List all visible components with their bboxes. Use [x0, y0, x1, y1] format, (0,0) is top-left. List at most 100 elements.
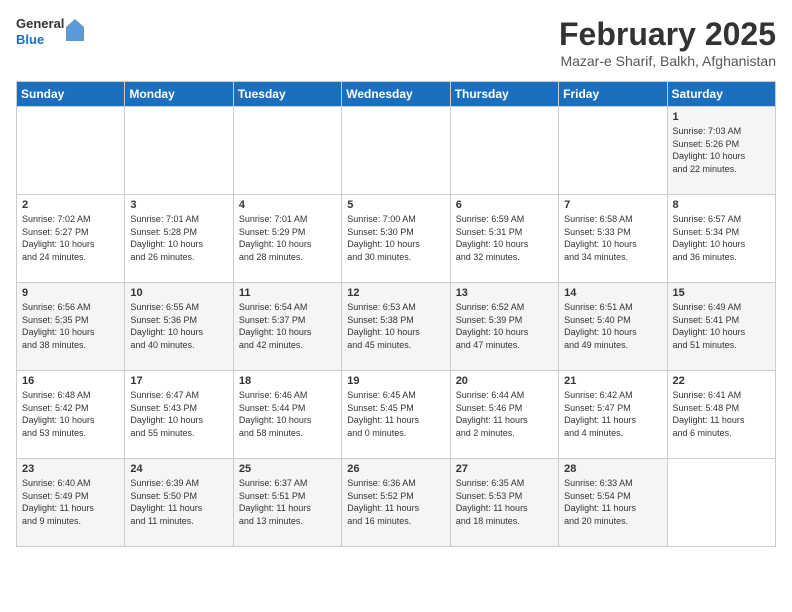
day-number: 20 — [456, 375, 553, 387]
day-of-week-header: Tuesday — [233, 82, 341, 107]
calendar-day-cell — [17, 107, 125, 195]
day-info: Sunrise: 6:40 AM Sunset: 5:49 PM Dayligh… — [22, 477, 119, 527]
day-number: 5 — [347, 199, 444, 211]
day-number: 3 — [130, 199, 227, 211]
day-info: Sunrise: 7:01 AM Sunset: 5:29 PM Dayligh… — [239, 213, 336, 263]
calendar-day-cell: 5 Sunrise: 7:00 AM Sunset: 5:30 PM Daylig… — [342, 195, 450, 283]
calendar-day-cell: 23Sunrise: 6:40 AM Sunset: 5:49 PM Dayli… — [17, 459, 125, 547]
calendar-day-cell: 17Sunrise: 6:47 AM Sunset: 5:43 PM Dayli… — [125, 371, 233, 459]
day-number: 10 — [130, 287, 227, 299]
day-number: 16 — [22, 375, 119, 387]
calendar-day-cell — [342, 107, 450, 195]
day-info: Sunrise: 6:54 AM Sunset: 5:37 PM Dayligh… — [239, 301, 336, 351]
calendar-day-cell: 4 Sunrise: 7:01 AM Sunset: 5:29 PM Daylig… — [233, 195, 341, 283]
day-number: 13 — [456, 287, 553, 299]
day-number: 4 — [239, 199, 336, 211]
day-info: Sunrise: 6:56 AM Sunset: 5:35 PM Dayligh… — [22, 301, 119, 351]
day-number: 17 — [130, 375, 227, 387]
calendar-day-cell: 12 Sunrise: 6:53 AM Sunset: 5:38 PM Dayli… — [342, 283, 450, 371]
calendar-week-row: 16Sunrise: 6:48 AM Sunset: 5:42 PM Dayli… — [17, 371, 776, 459]
day-number: 6 — [456, 199, 553, 211]
day-of-week-header: Saturday — [667, 82, 775, 107]
calendar-week-row: 23Sunrise: 6:40 AM Sunset: 5:49 PM Dayli… — [17, 459, 776, 547]
day-number: 18 — [239, 375, 336, 387]
day-info: Sunrise: 6:41 AM Sunset: 5:48 PM Dayligh… — [673, 389, 770, 439]
day-of-week-header: Monday — [125, 82, 233, 107]
logo: General Blue — [16, 16, 84, 47]
calendar-week-row: 2 Sunrise: 7:02 AM Sunset: 5:27 PM Daylig… — [17, 195, 776, 283]
day-info: Sunrise: 6:59 AM Sunset: 5:31 PM Dayligh… — [456, 213, 553, 263]
calendar-header-row: SundayMondayTuesdayWednesdayThursdayFrid… — [17, 82, 776, 107]
page-header: General Blue February 2025 Mazar-e Shari… — [16, 16, 776, 69]
day-number: 7 — [564, 199, 661, 211]
day-number: 1 — [673, 111, 770, 123]
calendar-day-cell: 2 Sunrise: 7:02 AM Sunset: 5:27 PM Daylig… — [17, 195, 125, 283]
day-info: Sunrise: 6:42 AM Sunset: 5:47 PM Dayligh… — [564, 389, 661, 439]
day-info: Sunrise: 6:37 AM Sunset: 5:51 PM Dayligh… — [239, 477, 336, 527]
calendar-day-cell: 14Sunrise: 6:51 AM Sunset: 5:40 PM Dayli… — [559, 283, 667, 371]
calendar-day-cell: 16Sunrise: 6:48 AM Sunset: 5:42 PM Dayli… — [17, 371, 125, 459]
day-number: 15 — [673, 287, 770, 299]
logo-blue: Blue — [16, 32, 64, 48]
day-number: 12 — [347, 287, 444, 299]
calendar-day-cell: 22 Sunrise: 6:41 AM Sunset: 5:48 PM Dayli… — [667, 371, 775, 459]
day-number: 8 — [673, 199, 770, 211]
calendar-day-cell: 13 Sunrise: 6:52 AM Sunset: 5:39 PM Dayli… — [450, 283, 558, 371]
day-info: Sunrise: 6:55 AM Sunset: 5:36 PM Dayligh… — [130, 301, 227, 351]
day-number: 2 — [22, 199, 119, 211]
calendar-day-cell: 1Sunrise: 7:03 AM Sunset: 5:26 PM Daylig… — [667, 107, 775, 195]
day-of-week-header: Friday — [559, 82, 667, 107]
calendar-day-cell: 21 Sunrise: 6:42 AM Sunset: 5:47 PM Dayli… — [559, 371, 667, 459]
calendar-day-cell — [450, 107, 558, 195]
logo-general: General — [16, 16, 64, 32]
day-of-week-header: Thursday — [450, 82, 558, 107]
day-info: Sunrise: 6:51 AM Sunset: 5:40 PM Dayligh… — [564, 301, 661, 351]
calendar-day-cell — [125, 107, 233, 195]
calendar-day-cell: 18 Sunrise: 6:46 AM Sunset: 5:44 PM Dayli… — [233, 371, 341, 459]
day-of-week-header: Sunday — [17, 82, 125, 107]
day-number: 19 — [347, 375, 444, 387]
day-number: 28 — [564, 463, 661, 475]
calendar-day-cell: 9 Sunrise: 6:56 AM Sunset: 5:35 PM Daylig… — [17, 283, 125, 371]
calendar-day-cell: 10 Sunrise: 6:55 AM Sunset: 5:36 PM Dayli… — [125, 283, 233, 371]
calendar-week-row: 9 Sunrise: 6:56 AM Sunset: 5:35 PM Daylig… — [17, 283, 776, 371]
day-info: Sunrise: 6:53 AM Sunset: 5:38 PM Dayligh… — [347, 301, 444, 351]
calendar-day-cell — [233, 107, 341, 195]
calendar-day-cell: 6 Sunrise: 6:59 AM Sunset: 5:31 PM Daylig… — [450, 195, 558, 283]
day-info: Sunrise: 6:49 AM Sunset: 5:41 PM Dayligh… — [673, 301, 770, 351]
calendar-table: SundayMondayTuesdayWednesdayThursdayFrid… — [16, 81, 776, 547]
day-number: 21 — [564, 375, 661, 387]
day-number: 9 — [22, 287, 119, 299]
calendar-day-cell: 27 Sunrise: 6:35 AM Sunset: 5:53 PM Dayli… — [450, 459, 558, 547]
calendar-day-cell — [667, 459, 775, 547]
day-info: Sunrise: 6:58 AM Sunset: 5:33 PM Dayligh… — [564, 213, 661, 263]
day-info: Sunrise: 6:52 AM Sunset: 5:39 PM Dayligh… — [456, 301, 553, 351]
location-title: Mazar-e Sharif, Balkh, Afghanistan — [559, 53, 776, 69]
logo-icon — [66, 19, 84, 41]
day-info: Sunrise: 6:33 AM Sunset: 5:54 PM Dayligh… — [564, 477, 661, 527]
day-number: 22 — [673, 375, 770, 387]
calendar-day-cell: 19 Sunrise: 6:45 AM Sunset: 5:45 PM Dayli… — [342, 371, 450, 459]
calendar-day-cell: 15 Sunrise: 6:49 AM Sunset: 5:41 PM Dayli… — [667, 283, 775, 371]
month-title: February 2025 — [559, 16, 776, 53]
day-info: Sunrise: 7:02 AM Sunset: 5:27 PM Dayligh… — [22, 213, 119, 263]
day-number: 27 — [456, 463, 553, 475]
day-info: Sunrise: 6:35 AM Sunset: 5:53 PM Dayligh… — [456, 477, 553, 527]
calendar-day-cell: 25Sunrise: 6:37 AM Sunset: 5:51 PM Dayli… — [233, 459, 341, 547]
calendar-day-cell: 3Sunrise: 7:01 AM Sunset: 5:28 PM Daylig… — [125, 195, 233, 283]
day-info: Sunrise: 6:36 AM Sunset: 5:52 PM Dayligh… — [347, 477, 444, 527]
day-info: Sunrise: 6:44 AM Sunset: 5:46 PM Dayligh… — [456, 389, 553, 439]
calendar-week-row: 1Sunrise: 7:03 AM Sunset: 5:26 PM Daylig… — [17, 107, 776, 195]
day-info: Sunrise: 6:46 AM Sunset: 5:44 PM Dayligh… — [239, 389, 336, 439]
day-info: Sunrise: 6:45 AM Sunset: 5:45 PM Dayligh… — [347, 389, 444, 439]
calendar-day-cell: 7 Sunrise: 6:58 AM Sunset: 5:33 PM Daylig… — [559, 195, 667, 283]
calendar-day-cell: 20 Sunrise: 6:44 AM Sunset: 5:46 PM Dayli… — [450, 371, 558, 459]
day-info: Sunrise: 6:39 AM Sunset: 5:50 PM Dayligh… — [130, 477, 227, 527]
calendar-day-cell — [559, 107, 667, 195]
calendar-day-cell: 28 Sunrise: 6:33 AM Sunset: 5:54 PM Dayli… — [559, 459, 667, 547]
day-of-week-header: Wednesday — [342, 82, 450, 107]
day-info: Sunrise: 7:00 AM Sunset: 5:30 PM Dayligh… — [347, 213, 444, 263]
day-info: Sunrise: 6:57 AM Sunset: 5:34 PM Dayligh… — [673, 213, 770, 263]
calendar-day-cell: 8 Sunrise: 6:57 AM Sunset: 5:34 PM Daylig… — [667, 195, 775, 283]
calendar-day-cell: 11Sunrise: 6:54 AM Sunset: 5:37 PM Dayli… — [233, 283, 341, 371]
